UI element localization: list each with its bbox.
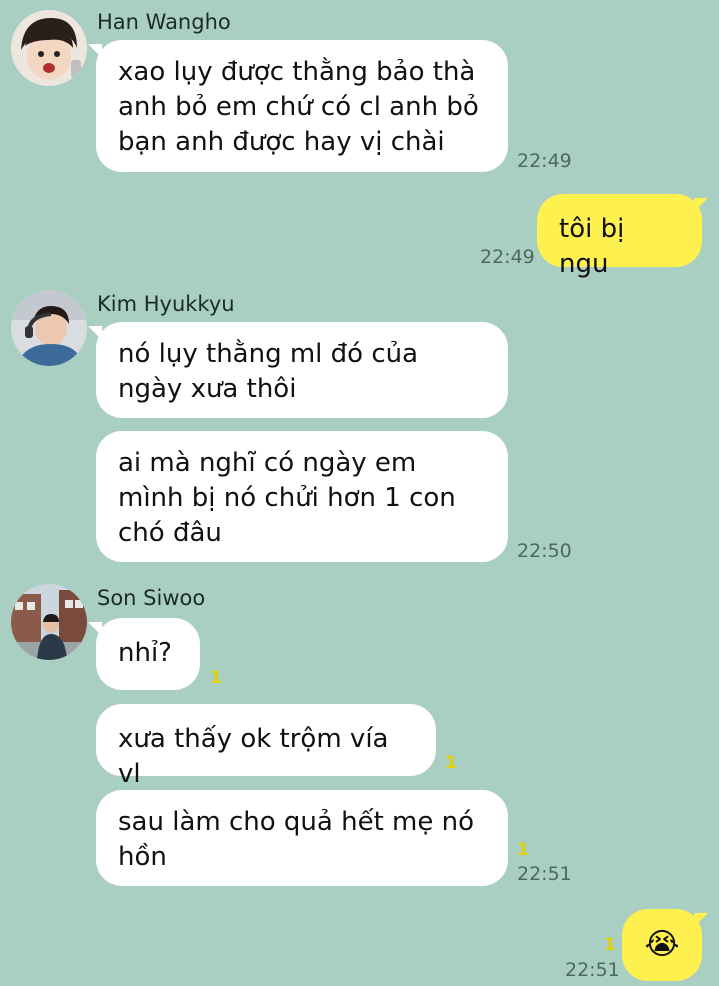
message-time: 22:51 xyxy=(517,863,572,885)
message-bubble-outgoing[interactable]: tôi bị ngu xyxy=(537,194,702,279)
avatar-photo xyxy=(11,290,87,366)
unread-count: 1 xyxy=(604,935,616,955)
sender-name: Kim Hyukkyu xyxy=(97,292,235,316)
avatar-photo xyxy=(11,584,87,660)
message-text: nhỉ? xyxy=(118,638,172,668)
avatar-han-wangho[interactable] xyxy=(11,10,87,86)
avatar-kim-hyukkyu[interactable] xyxy=(11,290,87,366)
message-text: xao lụy được thằng bảo thà anh bỏ em chứ… xyxy=(118,57,479,157)
message-text: tôi bị ngu xyxy=(559,214,625,279)
message-time: 22:49 xyxy=(517,150,572,172)
message-time: 22:51 xyxy=(565,959,620,981)
unread-count: 1 xyxy=(517,840,529,860)
message-bubble[interactable]: xao lụy được thằng bảo thà anh bỏ em chứ… xyxy=(96,40,508,172)
message-time: 22:49 xyxy=(480,246,535,268)
message-bubble-outgoing[interactable]: 😭 xyxy=(622,909,702,981)
message-text: sau làm cho quả hết mẹ nó hồn xyxy=(118,807,475,872)
message-text: xưa thấy ok trộm vía vl xyxy=(118,724,389,789)
bubble-tail xyxy=(694,198,708,212)
message-bubble[interactable]: xưa thấy ok trộm vía vl xyxy=(96,704,436,789)
message-time: 22:50 xyxy=(517,540,572,562)
avatar-son-siwoo[interactable] xyxy=(11,584,87,660)
message-bubble[interactable]: ai mà nghĩ có ngày em mình bị nó chửi hơ… xyxy=(96,431,508,562)
bubble-tail xyxy=(694,913,708,927)
message-text: nó lụy thằng ml đó của ngày xưa thôi xyxy=(118,339,419,404)
sender-name: Han Wangho xyxy=(97,10,231,34)
avatar-photo xyxy=(11,10,87,86)
message-bubble[interactable]: nhỉ? xyxy=(96,618,200,690)
message-bubble[interactable]: sau làm cho quả hết mẹ nó hồn xyxy=(96,790,508,886)
sender-name: Son Siwoo xyxy=(97,586,206,610)
unread-count: 1 xyxy=(210,668,222,688)
message-bubble[interactable]: nó lụy thằng ml đó của ngày xưa thôi xyxy=(96,322,508,418)
unread-count: 1 xyxy=(445,753,457,773)
crying-emoji-icon: 😭 xyxy=(644,927,680,962)
message-text: ai mà nghĩ có ngày em mình bị nó chửi hơ… xyxy=(118,448,456,548)
